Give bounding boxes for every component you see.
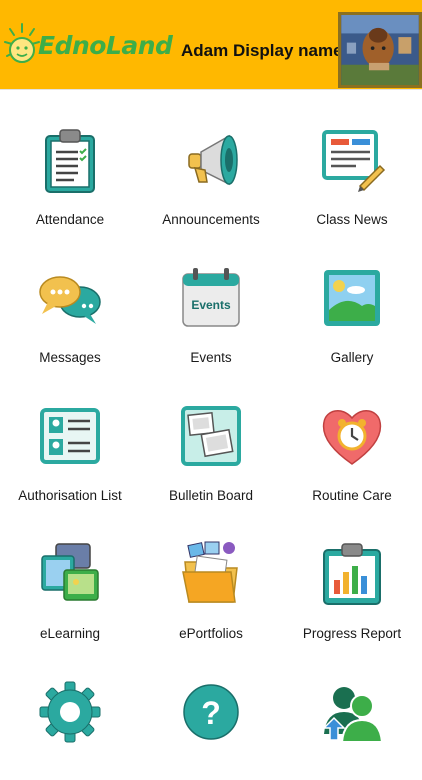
- chat-bubbles-icon: [39, 276, 101, 324]
- menu-item-bulletin-board[interactable]: Bulletin Board: [141, 366, 281, 504]
- menu-item-class-news[interactable]: Class News: [282, 90, 422, 228]
- menu-label: Announcements: [162, 212, 260, 227]
- devices-icon: [41, 543, 99, 601]
- menu-label: Gallery: [330, 350, 374, 365]
- clipboard-checklist-icon: [45, 129, 95, 193]
- gear-icon: [39, 681, 101, 743]
- pinned-photos-icon: [181, 406, 241, 466]
- menu-item-routine-care[interactable]: Routine Care: [282, 366, 422, 504]
- app-header: EdnoLand Adam Display name: [0, 0, 422, 89]
- clipboard-bar-chart-icon: [323, 543, 381, 605]
- avatar[interactable]: [338, 12, 422, 88]
- menu-item-events[interactable]: Events Events: [141, 228, 281, 366]
- menu-label: Progress Report: [302, 626, 402, 641]
- menu-item-help[interactable]: ?: [141, 642, 281, 780]
- menu-item-progress-report[interactable]: Progress Report: [282, 504, 422, 642]
- menu-item-attendance[interactable]: Attendance: [0, 90, 140, 228]
- menu-label: eLearning: [39, 626, 101, 641]
- menu-item-settings[interactable]: [0, 642, 140, 780]
- heart-alarm-clock-icon: [322, 410, 382, 465]
- events-calendar-icon: Events: [182, 268, 240, 327]
- folder-documents-icon: [182, 541, 238, 603]
- menu-item-authorisation-list[interactable]: Authorisation List: [0, 366, 140, 504]
- menu-item-messages[interactable]: Messages: [0, 228, 140, 366]
- menu-grid: Attendance Announcements Class News Mess…: [0, 89, 422, 751]
- menu-label: Routine Care: [312, 488, 392, 503]
- user-display-name: Adam Display name: [181, 41, 343, 60]
- menu-item-announcements[interactable]: Announcements: [141, 90, 281, 228]
- app-logo: EdnoLand: [38, 31, 173, 60]
- menu-item-eportfolios[interactable]: ePortfolios: [141, 504, 281, 642]
- menu-label: Messages: [39, 350, 101, 365]
- id-card-list-icon: [40, 408, 100, 464]
- landscape-picture-icon: [324, 270, 380, 326]
- menu-label: Bulletin Board: [168, 488, 254, 503]
- menu-item-gallery[interactable]: Gallery: [282, 228, 422, 366]
- menu-label: Class News: [316, 212, 388, 227]
- menu-label: ePortfolios: [179, 626, 243, 641]
- events-icon-text: Events: [191, 298, 231, 312]
- megaphone-icon: [188, 134, 238, 186]
- menu-label: Authorisation List: [18, 488, 122, 503]
- menu-item-users[interactable]: [282, 642, 422, 780]
- svg-text:?: ?: [201, 695, 221, 731]
- newspaper-pencil-icon: [322, 130, 386, 192]
- menu-label: Events: [190, 350, 232, 365]
- menu-label: Attendance: [35, 212, 105, 227]
- help-question-icon: ?: [183, 684, 239, 740]
- users-icon: [322, 687, 384, 743]
- menu-item-elearning[interactable]: eLearning: [0, 504, 140, 642]
